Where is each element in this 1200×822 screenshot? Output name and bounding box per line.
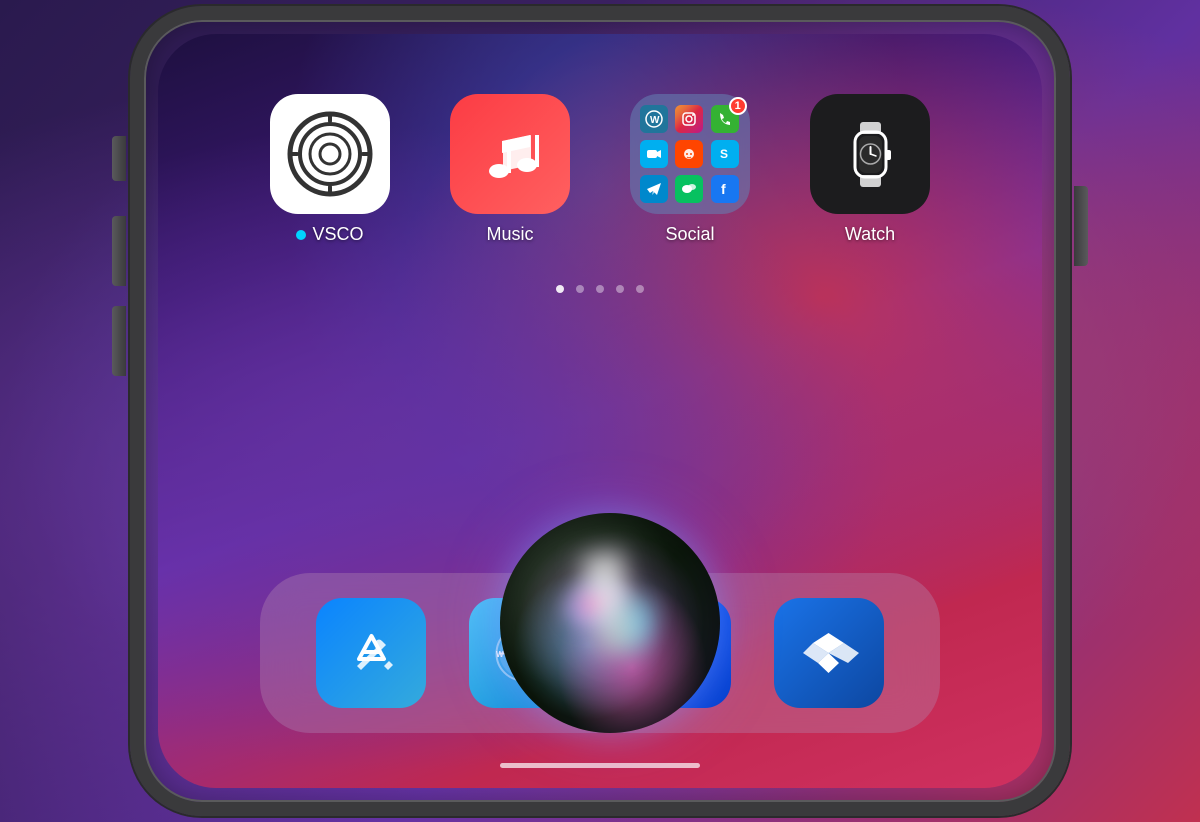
home-indicator[interactable] [500, 763, 700, 768]
dock-dropbox[interactable] [774, 598, 884, 708]
page-dot-4 [616, 285, 624, 293]
vsco-label-container: VSCO [296, 224, 363, 245]
phone-container: VSCO [0, 0, 1200, 822]
mute-switch[interactable] [112, 136, 126, 181]
phone-screen: VSCO [158, 34, 1042, 788]
social-label: Social [665, 224, 714, 245]
svg-text:W: W [650, 115, 660, 126]
social-mini-telegram [640, 175, 668, 203]
svg-text:S: S [720, 147, 728, 161]
phone-bezel: VSCO [130, 6, 1070, 816]
social-mini-facetime [640, 140, 668, 168]
page-dot-5 [636, 285, 644, 293]
social-mini-skype: S [711, 140, 739, 168]
app-grid: VSCO [220, 94, 980, 245]
svg-text:f: f [721, 181, 726, 197]
dropbox-svg [796, 621, 861, 686]
appstore-icon [316, 598, 426, 708]
dropbox-icon [774, 598, 884, 708]
music-icon [450, 94, 570, 214]
power-button[interactable] [1074, 186, 1088, 266]
social-mini-wechat [675, 175, 703, 203]
app-watch[interactable]: Watch [800, 94, 940, 245]
social-mini-phone: 1 [711, 105, 739, 133]
vsco-label: VSCO [312, 224, 363, 245]
vsco-icon [270, 94, 390, 214]
page-dot-3 [596, 285, 604, 293]
watch-logo-svg [833, 112, 908, 197]
volume-up-button[interactable] [112, 216, 126, 286]
page-dot-2 [576, 285, 584, 293]
social-folder-icon: W 1 [630, 94, 750, 214]
app-vsco[interactable]: VSCO [260, 94, 400, 245]
siri-sphere [500, 513, 720, 733]
appstore-svg [339, 621, 404, 686]
volume-down-button[interactable] [112, 306, 126, 376]
dock-appstore[interactable] [316, 598, 426, 708]
phone-frame: VSCO [130, 6, 1070, 816]
social-mini-facebook: f [711, 175, 739, 203]
watch-icon [810, 94, 930, 214]
page-dot-1 [556, 285, 564, 293]
social-mini-wp: W [640, 105, 668, 133]
music-label: Music [486, 224, 533, 245]
vsco-logo-svg [285, 109, 375, 199]
social-badge: 1 [729, 97, 747, 115]
watch-label: Watch [845, 224, 895, 245]
app-music[interactable]: Music [440, 94, 580, 245]
app-social[interactable]: W 1 [620, 94, 760, 245]
social-mini-instagram [675, 105, 703, 133]
siri-glow [582, 550, 639, 655]
page-dots [556, 285, 644, 293]
social-mini-reddit [675, 140, 703, 168]
music-logo-svg [475, 119, 545, 189]
siri-orb[interactable] [500, 513, 720, 733]
vsco-dot [296, 230, 306, 240]
